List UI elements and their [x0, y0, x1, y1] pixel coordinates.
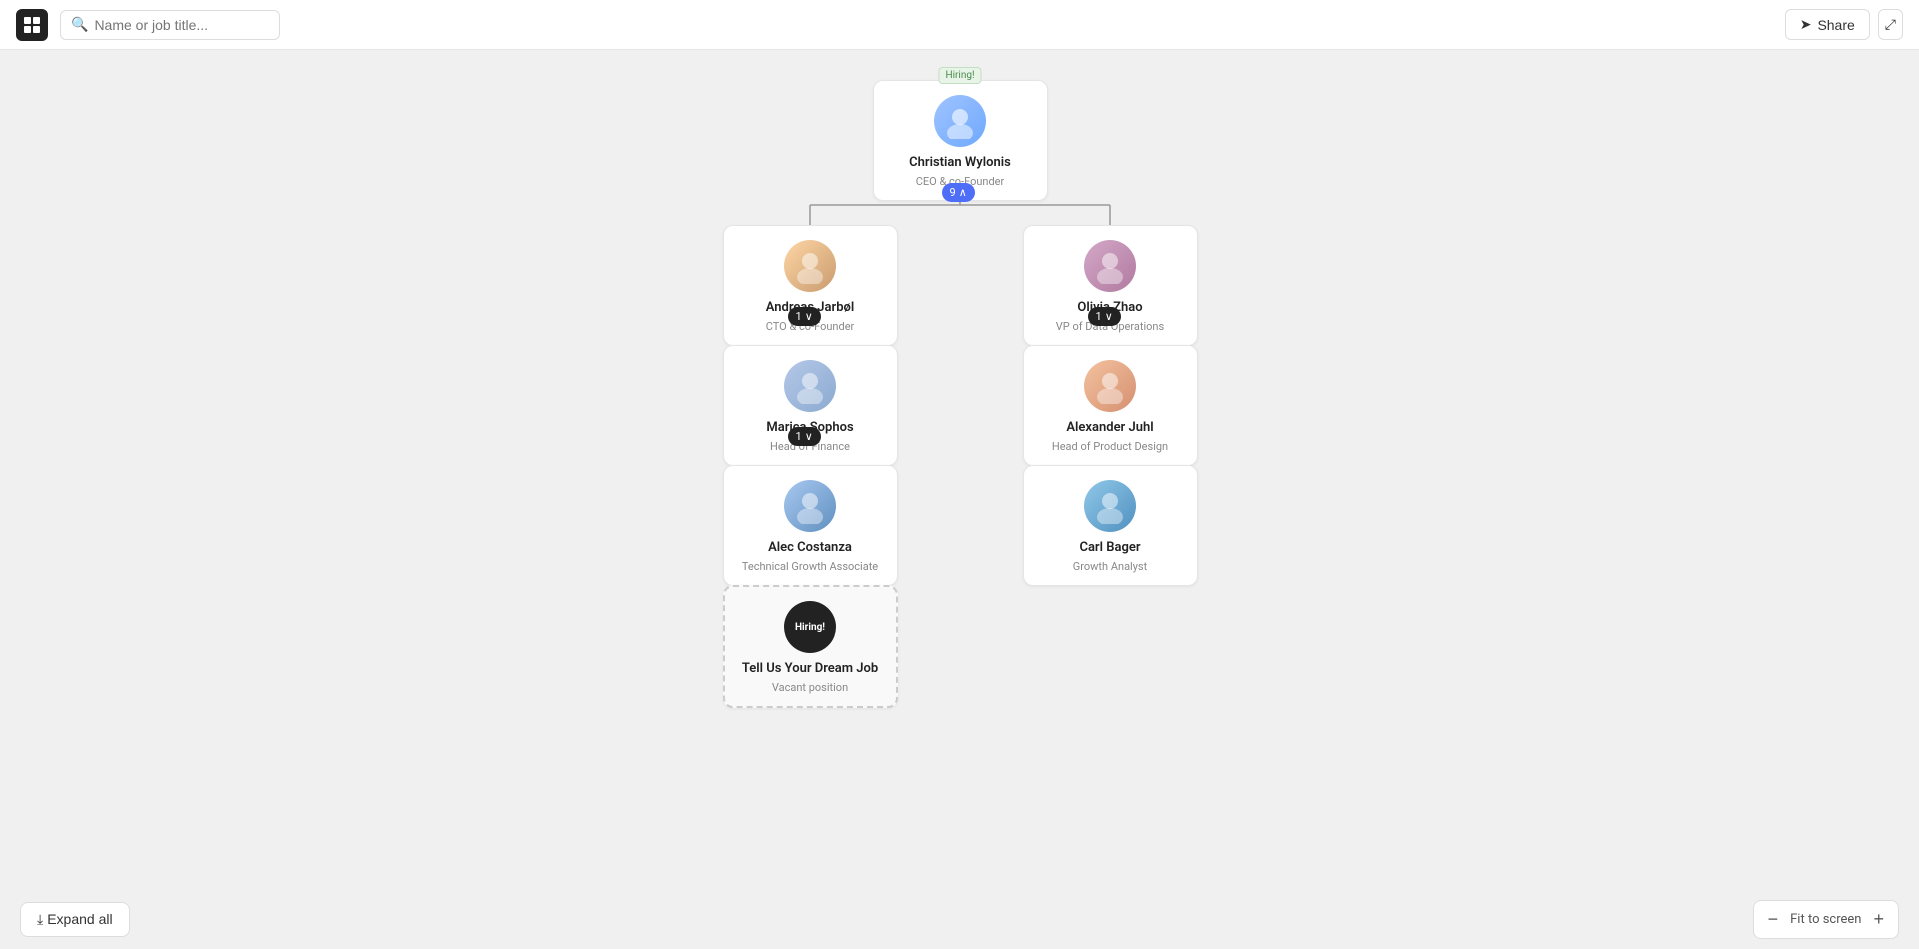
node-olivia[interactable]: Olivia Zhao VP of Data Operations: [1023, 225, 1198, 346]
expand-christian[interactable]: 9 ∧: [942, 183, 975, 202]
avatar-carl: [1084, 480, 1136, 532]
zoom-out-button[interactable]: −: [1768, 909, 1779, 930]
share-label: Share: [1817, 17, 1854, 33]
fit-to-screen-label: Fit to screen: [1790, 912, 1861, 927]
avatar-olivia: [1084, 240, 1136, 292]
zoom-plus-icon: +: [1873, 909, 1884, 930]
expand-count-olivia: 1: [1096, 310, 1102, 323]
expand-marica[interactable]: 1 ∨: [788, 427, 821, 446]
expand-chevron-andreas: ∨: [805, 310, 813, 323]
avatar-christian: [934, 95, 986, 147]
zoom-controls: − Fit to screen +: [1753, 900, 1899, 939]
fullscreen-icon: ⤢: [1885, 16, 1896, 33]
share-button[interactable]: ➤ Share: [1785, 9, 1870, 40]
search-input[interactable]: [94, 17, 269, 33]
org-chart: Hiring! Christian Wylonis CEO & co-Found…: [710, 70, 1210, 690]
expand-chevron-olivia: ∨: [1105, 310, 1113, 323]
node-carl[interactable]: Carl Bager Growth Analyst: [1023, 465, 1198, 586]
header: 🔍 ➤ Share ⤢: [0, 0, 1919, 50]
expand-count-andreas: 1: [796, 310, 802, 323]
node-vacant[interactable]: Hiring! Tell Us Your Dream Job Vacant po…: [723, 585, 898, 708]
logo: [16, 9, 48, 41]
fullscreen-button[interactable]: ⤢: [1878, 9, 1903, 40]
expand-chevron-marica: ∨: [805, 430, 813, 443]
hiring-badge-christian: Hiring!: [938, 67, 981, 84]
node-alec[interactable]: Alec Costanza Technical Growth Associate: [723, 465, 898, 586]
search-icon: 🔍: [71, 17, 88, 33]
zoom-in-button[interactable]: +: [1873, 909, 1884, 930]
title-alec: Technical Growth Associate: [740, 560, 881, 573]
expand-count-christian: 9: [950, 186, 956, 199]
avatar-alec: [784, 480, 836, 532]
node-alexander[interactable]: Alexander Juhl Head of Product Design: [1023, 345, 1198, 466]
name-vacant: Tell Us Your Dream Job: [741, 661, 880, 678]
expand-count-marica: 1: [796, 430, 802, 443]
header-right: ➤ Share ⤢: [1785, 9, 1903, 40]
node-marica[interactable]: Marica Sophos Head of Finance: [723, 345, 898, 466]
title-alexander: Head of Product Design: [1040, 440, 1181, 453]
title-carl: Growth Analyst: [1040, 560, 1181, 573]
avatar-marica: [784, 360, 836, 412]
org-chart-canvas: Hiring! Christian Wylonis CEO & co-Found…: [0, 50, 1919, 949]
avatar-alexander: [1084, 360, 1136, 412]
avatar-andreas: [784, 240, 836, 292]
logo-icon: [22, 15, 42, 35]
name-alec: Alec Costanza: [740, 540, 881, 557]
title-vacant: Vacant position: [741, 681, 880, 694]
name-alexander: Alexander Juhl: [1040, 420, 1181, 437]
name-carl: Carl Bager: [1040, 540, 1181, 557]
expand-andreas[interactable]: 1 ∨: [788, 307, 821, 326]
search-box[interactable]: 🔍: [60, 10, 280, 40]
share-icon: ➤: [1800, 16, 1812, 33]
name-christian: Christian Wylonis: [890, 155, 1031, 172]
expand-olivia[interactable]: 1 ∨: [1088, 307, 1121, 326]
node-andreas[interactable]: Andreas Jarbøl CTO & co-Founder: [723, 225, 898, 346]
zoom-minus-icon: −: [1768, 909, 1779, 930]
expand-chevron-christian: ∧: [959, 186, 967, 199]
avatar-vacant: Hiring!: [784, 601, 836, 653]
